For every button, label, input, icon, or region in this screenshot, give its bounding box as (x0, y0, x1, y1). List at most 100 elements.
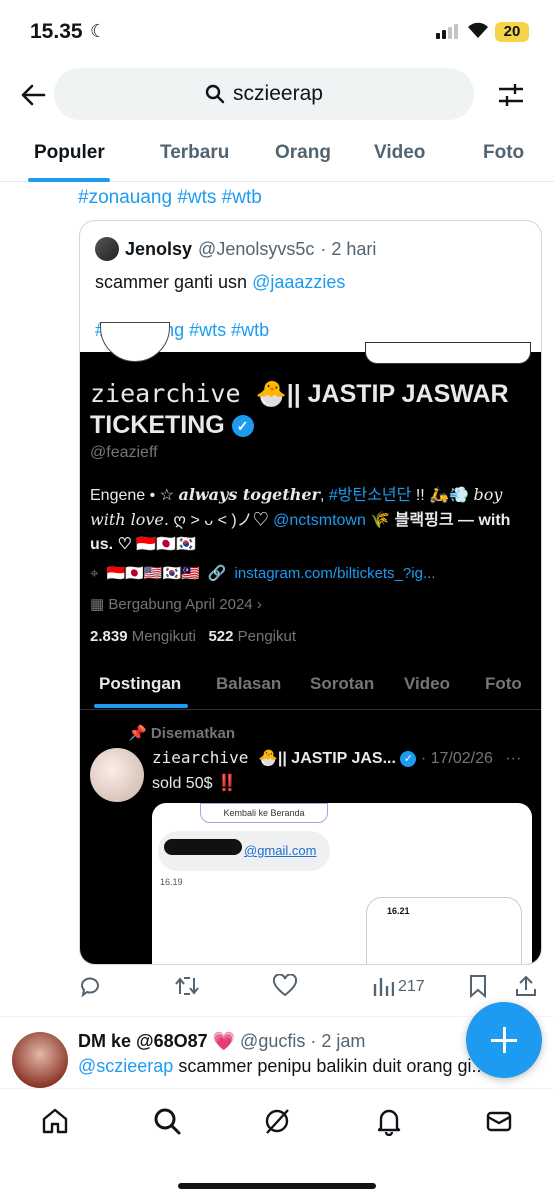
bio-part: , (319, 487, 329, 504)
battery-indicator: 20 (495, 22, 529, 42)
profile-tab-balasan: Balasan (216, 674, 282, 693)
chevron-right-icon: › (256, 596, 262, 613)
pinned-text: Disematkan (150, 725, 236, 742)
inner-name-rest: || JASTIP JAS... (277, 750, 396, 767)
link-icon: 🔗 (207, 565, 227, 582)
bio-mention: @nctsmtown (273, 512, 366, 529)
tweet2-text: @sczieerap scammer penipu balikin duit o… (78, 1056, 498, 1077)
quote-text-body: scammer ganti usn (95, 272, 253, 292)
tweet-actions: 217 (0, 972, 554, 1002)
verified-badge-icon: ✓ (231, 415, 254, 438)
screenshot-button-crop (365, 342, 531, 364)
screenshot-bio: Engene • ☆ always together, #방탄소년단 !! 🛵💨… (90, 483, 520, 557)
bio-hashtag: #방탄소년단 (328, 487, 412, 504)
bookmark-icon[interactable] (468, 974, 488, 998)
screenshot-meta: ⌖ 🇮🇩🇯🇵🇺🇸🇰🇷🇲🇾 🔗 instagram.com/biltickets_… (90, 564, 436, 583)
search-tabs: Populer Terbaru Orang Video Foto (0, 128, 554, 182)
screenshot-profile-tabs: Postingan Balasan Sorotan Video Foto (80, 666, 541, 710)
tweet2-header: DM ke @68O87 💗 @gucfis · 2 jam (78, 1031, 365, 1052)
grok-icon[interactable] (262, 1106, 292, 1136)
focus-moon-icon: ☾ (90, 21, 107, 41)
calendar-icon: ▦ (90, 596, 105, 613)
quote-author-handle: @Jenolsyvs5c (198, 238, 315, 259)
profile-link: instagram.com/biltickets_?ig... (234, 564, 436, 582)
inner-image-time: 16.19 (160, 877, 183, 887)
filter-settings-icon[interactable] (496, 80, 526, 110)
tab-orang[interactable]: Orang (275, 142, 331, 164)
messages-mail-icon[interactable] (484, 1106, 514, 1136)
verified-badge-icon: ✓ (400, 750, 417, 767)
home-icon[interactable] (40, 1106, 70, 1136)
profile-tab-indicator (94, 704, 188, 708)
followers-count: 522 (208, 628, 234, 645)
reply-icon[interactable] (78, 974, 102, 998)
bio-part: ღ ˃ ᴗ ˂ )ノ♡ (168, 512, 274, 529)
following-label: Mengikuti (131, 628, 196, 645)
follow-counts: 2.839 Mengikuti 522 Pengikut (90, 628, 296, 645)
share-icon[interactable] (514, 974, 538, 998)
status-time: 15.35 (30, 20, 83, 43)
tweet2-author-name[interactable]: DM ke @68O87 💗 (78, 1031, 235, 1051)
back-arrow-icon[interactable] (18, 80, 48, 110)
compose-tweet-button[interactable] (466, 1002, 542, 1078)
tweet2-body: scammer penipu balikin duit orang gi... (173, 1056, 487, 1076)
tweet2-mention-link[interactable]: @sczieerap (78, 1056, 173, 1076)
search-icon (205, 84, 225, 104)
bio-part: !! 🛵💨 (411, 487, 474, 504)
home-indicator (178, 1183, 376, 1189)
profile-tab-postingan: Postingan (99, 674, 182, 693)
pin-icon: 📌 (128, 725, 147, 742)
cellular-signal-icon (436, 24, 458, 39)
inner-tweet-image: Kembali ke Beranda @gmail.com 16.19 16.2… (152, 803, 532, 964)
tweet-hashtags[interactable]: #zonauang #wts #wtb (78, 187, 262, 209)
joined-text: Bergabung April 2024 (108, 596, 253, 613)
display-name-mono: ziearchive 🐣 (90, 379, 287, 408)
tab-terbaru[interactable]: Terbaru (160, 142, 229, 164)
quote-text: scammer ganti usn @jaaazzies (95, 272, 345, 293)
more-options-icon: ··· (505, 750, 522, 767)
quote-time: · 2 hari (320, 238, 377, 259)
inner-image-bar: Kembali ke Beranda (200, 803, 328, 823)
active-tab-indicator (28, 178, 110, 182)
screenshot-display-name: ziearchive 🐣|| JASTIP JASWAR TICKETING ✓ (90, 378, 510, 441)
avatar[interactable] (95, 237, 119, 261)
tab-populer[interactable]: Populer (34, 142, 105, 164)
inner-tweet-header: ziearchive 🐣|| JASTIP JAS... ✓ · 17/02/2… (152, 748, 521, 768)
following-count: 2.839 (90, 628, 128, 645)
search-query: sczieerap (233, 82, 323, 105)
notifications-bell-icon[interactable] (374, 1106, 404, 1136)
inner-tweet-text: sold 50$ ‼️ (152, 775, 237, 792)
search-input[interactable]: sczieerap (54, 68, 474, 120)
quote-mention-link[interactable]: @jaaazzies (252, 272, 345, 292)
views-count: 217 (398, 978, 425, 995)
bio-part: Engene • ☆ (90, 487, 179, 504)
profile-tab-foto: Foto (485, 674, 522, 693)
redaction-scribble (164, 839, 242, 855)
status-bar: 15.35 ☾ 20 (0, 0, 554, 62)
quoted-tweet[interactable]: Jenolsy @Jenolsyvs5c · 2 hari scammer ga… (79, 220, 542, 965)
quote-header: Jenolsy @Jenolsyvs5c · 2 hari (95, 237, 376, 261)
quote-author-name[interactable]: Jenolsy (125, 239, 192, 260)
like-heart-icon[interactable] (272, 974, 298, 998)
profile-tab-sorotan: Sorotan (310, 674, 375, 693)
avatar (90, 748, 144, 802)
search-icon[interactable] (152, 1106, 182, 1136)
inner-name-mono: ziearchive 🐣 (152, 748, 278, 767)
views-chart-icon[interactable] (372, 974, 394, 998)
divider (0, 1016, 554, 1017)
tweet2-handle: @gucfis (240, 1031, 306, 1051)
location-flags: 🇮🇩🇯🇵🇺🇸🇰🇷🇲🇾 (106, 565, 200, 582)
joined-date: ▦ Bergabung April 2024 › (90, 595, 262, 613)
bottom-navigation (0, 1088, 554, 1200)
avatar[interactable] (12, 1032, 68, 1088)
tab-foto[interactable]: Foto (483, 142, 524, 164)
followers-label: Pengikut (237, 628, 297, 645)
profile-screenshot-image[interactable]: ziearchive 🐣|| JASTIP JASWAR TICKETING ✓… (80, 322, 541, 964)
tweet2-time: · 2 jam (310, 1031, 366, 1051)
location-pin-icon: ⌖ (90, 564, 99, 582)
retweet-icon[interactable] (174, 974, 200, 998)
profile-tab-video: Video (404, 674, 450, 693)
tab-video[interactable]: Video (374, 142, 425, 164)
bio-part: always together (178, 485, 320, 504)
inner-date: · 17/02/26 (420, 750, 493, 767)
